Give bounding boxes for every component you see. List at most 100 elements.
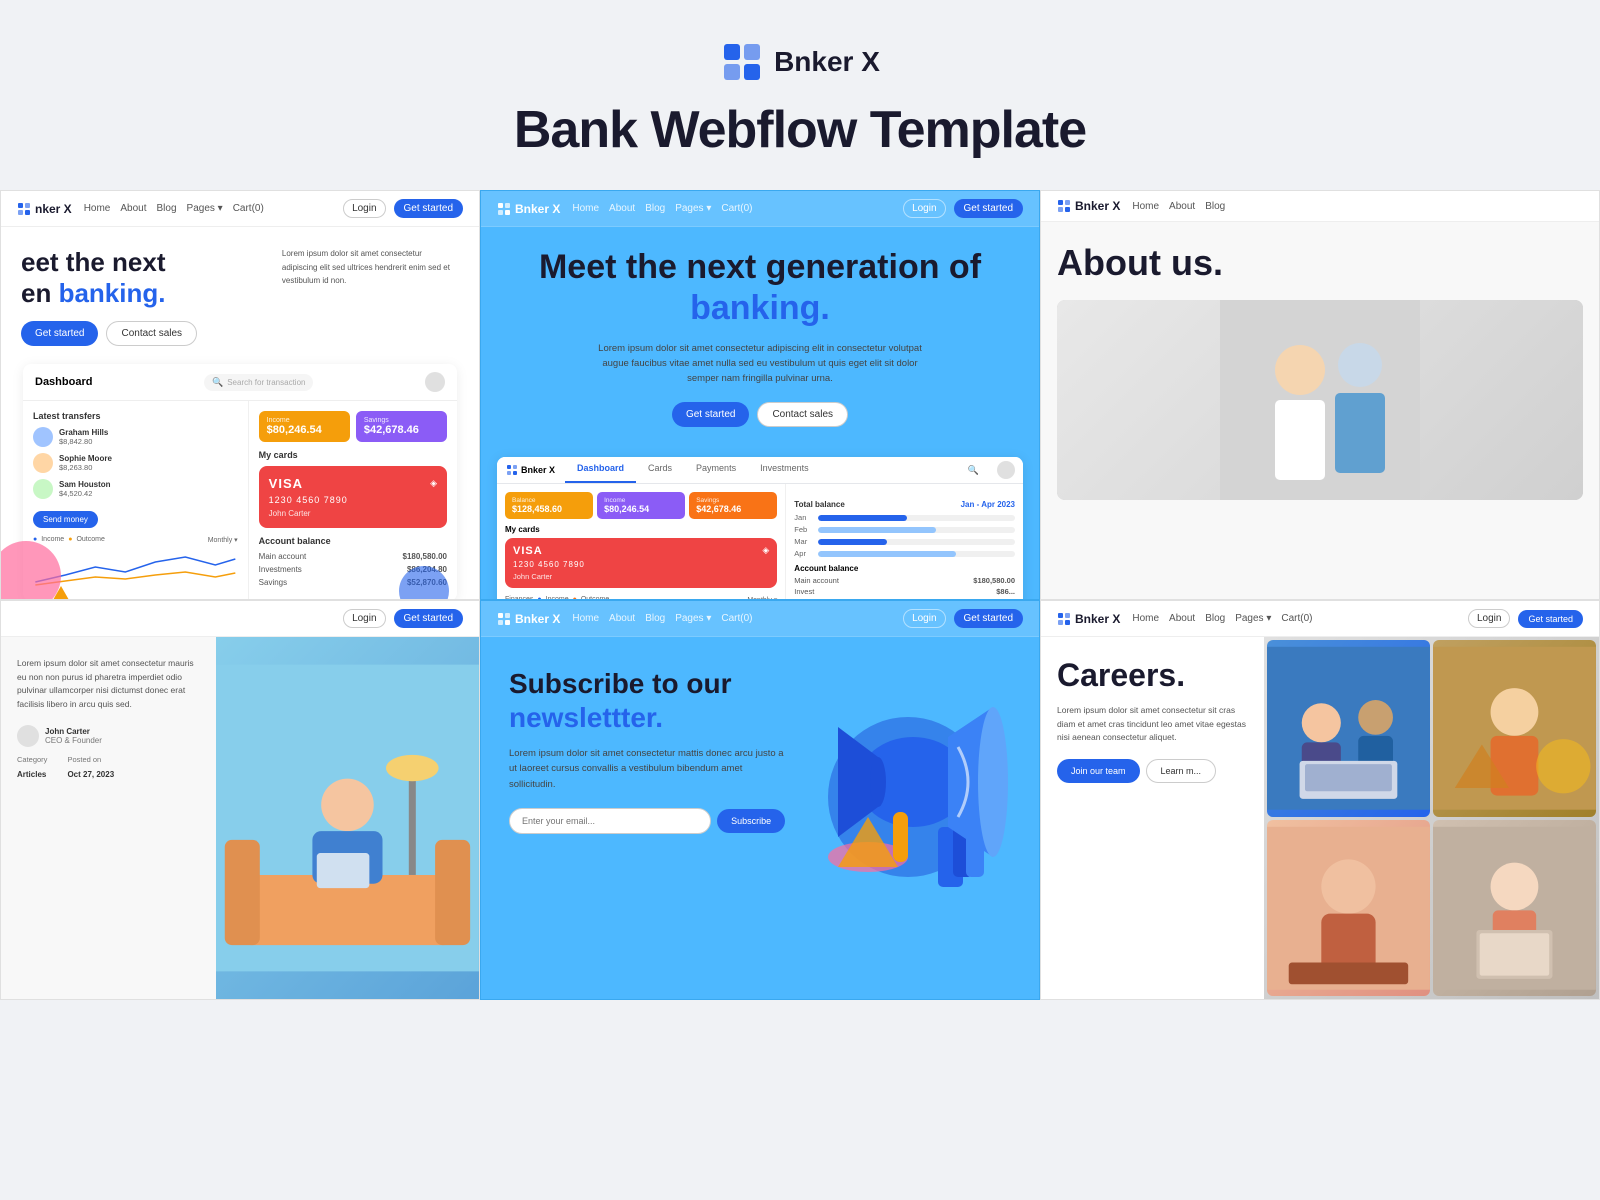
nav-about-r[interactable]: About xyxy=(1169,201,1195,212)
hero-get-started-center-btn[interactable]: Get started xyxy=(672,402,749,427)
nav-cart-bc[interactable]: Cart(0) xyxy=(721,613,752,624)
transfer-item-1: Graham Hills $8,842.80 xyxy=(33,427,238,447)
nav-home-r[interactable]: Home xyxy=(1132,201,1159,212)
nav-links-right: Home About Blog xyxy=(1132,201,1583,212)
nav-right-center: Login Get started xyxy=(903,199,1023,218)
panel-bottom-right: Bnker X Home About Blog Pages ▾ Cart(0) … xyxy=(1040,600,1600,1000)
nav-blog[interactable]: Blog xyxy=(157,203,177,214)
nav-right-br: Login Get started xyxy=(1468,609,1583,628)
nav-about[interactable]: About xyxy=(120,203,146,214)
bar-fill-feb xyxy=(818,527,936,533)
nav-login-center-btn[interactable]: Login xyxy=(903,199,945,218)
tab-dashboard[interactable]: Dashboard xyxy=(565,457,636,483)
tab-payments[interactable]: Payments xyxy=(684,457,748,483)
nav-links-bc: Home About Blog Pages ▾ Cart(0) xyxy=(572,613,891,624)
career-photo-1 xyxy=(1267,640,1430,817)
nav-logo-br-icon xyxy=(1057,612,1071,626)
tab-cards[interactable]: Cards xyxy=(636,457,684,483)
stat-income: Income $80,246.54 xyxy=(259,411,350,442)
nav-login-btn[interactable]: Login xyxy=(343,199,385,218)
dashboard-tabs: Bnker X Dashboard Cards Payments Investm… xyxy=(497,457,1023,484)
author-meta: John Carter CEO & Founder xyxy=(45,727,102,745)
dashboard-body: Latest transfers Graham Hills $8,842.80 xyxy=(23,401,457,600)
nav-login-bc-btn[interactable]: Login xyxy=(903,609,945,628)
visa-chip-icon: ◈ xyxy=(430,478,437,489)
transfer-info-1: Graham Hills $8,842.80 xyxy=(59,428,238,446)
nav-home[interactable]: Home xyxy=(84,203,111,214)
nav-blog-br[interactable]: Blog xyxy=(1205,613,1225,624)
hero-contact-sales-btn[interactable]: Contact sales xyxy=(106,321,197,346)
newsletter-title: Subscribe to our newslettter. xyxy=(509,667,785,734)
people-img-1 xyxy=(1057,300,1583,500)
nav-get-started-bc-btn[interactable]: Get started xyxy=(954,609,1023,628)
learn-more-btn[interactable]: Learn m... xyxy=(1146,759,1217,783)
dashboard-center-area: Bnker X Dashboard Cards Payments Investm… xyxy=(497,457,1023,600)
avatar-1 xyxy=(33,427,53,447)
hero-contact-sales-center-btn[interactable]: Contact sales xyxy=(757,402,848,427)
nav-get-started-btn[interactable]: Get started xyxy=(394,199,463,218)
nav-brand-right: Bnker X xyxy=(1057,199,1120,213)
nav-bottom-center: Bnker X Home About Blog Pages ▾ Cart(0) … xyxy=(481,601,1039,637)
nav-get-started-center-btn[interactable]: Get started xyxy=(954,199,1023,218)
hero-title-left: eet the next en banking. xyxy=(21,247,262,309)
nav-pages-bc[interactable]: Pages ▾ xyxy=(675,613,711,624)
bar-feb: Feb xyxy=(794,525,1015,534)
careers-photo-grid xyxy=(1264,637,1599,999)
author-avatar xyxy=(17,725,39,747)
bar-track-mar xyxy=(818,539,1015,545)
hero-center-content: Meet the next generation of banking. Lor… xyxy=(481,227,1039,457)
panel-top-center: Bnker X Home About Blog Pages ▾ Cart(0) … xyxy=(480,190,1040,600)
nav-blog-r[interactable]: Blog xyxy=(1205,201,1225,212)
tab-investments[interactable]: Investments xyxy=(748,457,821,483)
nav-about-c[interactable]: About xyxy=(609,203,635,214)
bar-fill-apr xyxy=(818,551,956,557)
blog-text-area: Lorem ipsum dolor sit amet consectetur m… xyxy=(1,637,216,999)
hero-get-started-btn[interactable]: Get started xyxy=(21,321,98,346)
people-svg xyxy=(1057,300,1583,500)
subscribe-btn[interactable]: Subscribe xyxy=(717,809,785,833)
nav-pages-br[interactable]: Pages ▾ xyxy=(1235,613,1271,624)
join-team-btn[interactable]: Join our team xyxy=(1057,759,1140,783)
nav-get-started-bl-btn[interactable]: Get started xyxy=(394,609,463,628)
career-photo-3 xyxy=(1267,820,1430,997)
visa-chip-c: ◈ xyxy=(762,545,769,557)
panel-top-left: nker X Home About Blog Pages ▾ Cart(0) L… xyxy=(0,190,480,600)
search-bar[interactable]: 🔍 Search for transaction xyxy=(204,374,313,391)
nav-top-left: nker X Home About Blog Pages ▾ Cart(0) L… xyxy=(1,191,479,227)
nav-pages[interactable]: Pages ▾ xyxy=(187,203,223,214)
newsletter-left: Subscribe to our newslettter. Lorem ipsu… xyxy=(509,667,785,834)
avatar-3 xyxy=(33,479,53,499)
dash-search-area: 🔍 xyxy=(958,457,989,483)
avatar-2 xyxy=(33,453,53,473)
nav-pages-c[interactable]: Pages ▾ xyxy=(675,203,711,214)
nav-blog-c[interactable]: Blog xyxy=(645,203,665,214)
nav-login-bl-btn[interactable]: Login xyxy=(343,609,385,628)
nav-cart[interactable]: Cart(0) xyxy=(233,203,264,214)
user-avatar-c xyxy=(997,461,1015,479)
nav-home-br[interactable]: Home xyxy=(1132,613,1159,624)
email-input[interactable] xyxy=(509,808,711,834)
nav-login-br-btn[interactable]: Login xyxy=(1468,609,1510,628)
stat-income-c: Income $80,246.54 xyxy=(597,492,685,519)
nav-blog-bc[interactable]: Blog xyxy=(645,613,665,624)
nav-top-center: Bnker X Home About Blog Pages ▾ Cart(0) … xyxy=(481,191,1039,227)
nav-logo-bc-icon xyxy=(497,612,511,626)
nav-cart-br[interactable]: Cart(0) xyxy=(1281,613,1312,624)
careers-content: Bnker X Home About Blog Pages ▾ Cart(0) … xyxy=(1041,601,1599,999)
nav-about-bc[interactable]: About xyxy=(609,613,635,624)
posted-meta: Posted on Oct 27, 2023 xyxy=(67,755,114,782)
stat-savings: Savings $42,678.46 xyxy=(356,411,447,442)
dashboard-center-left: Balance $128,458.60 Income $80,246.54 Sa… xyxy=(497,484,786,600)
page-header: Bnker X Bank Webflow Template xyxy=(0,0,1600,190)
nav-about-br[interactable]: About xyxy=(1169,613,1195,624)
nav-home-c[interactable]: Home xyxy=(572,203,599,214)
nav-cart-c[interactable]: Cart(0) xyxy=(721,203,752,214)
send-money-btn[interactable]: Send money xyxy=(33,511,98,528)
dash-logo-icon xyxy=(507,465,517,475)
hero-left-panel: eet the next en banking. Get started Con… xyxy=(1,227,479,356)
transfer-info-2: Sophie Moore $8,263.80 xyxy=(59,454,238,472)
about-img-grid xyxy=(1057,300,1583,500)
nav-home-bc[interactable]: Home xyxy=(572,613,599,624)
career-photo-4 xyxy=(1433,820,1596,997)
nav-get-started-br-btn[interactable]: Get started xyxy=(1518,610,1583,628)
